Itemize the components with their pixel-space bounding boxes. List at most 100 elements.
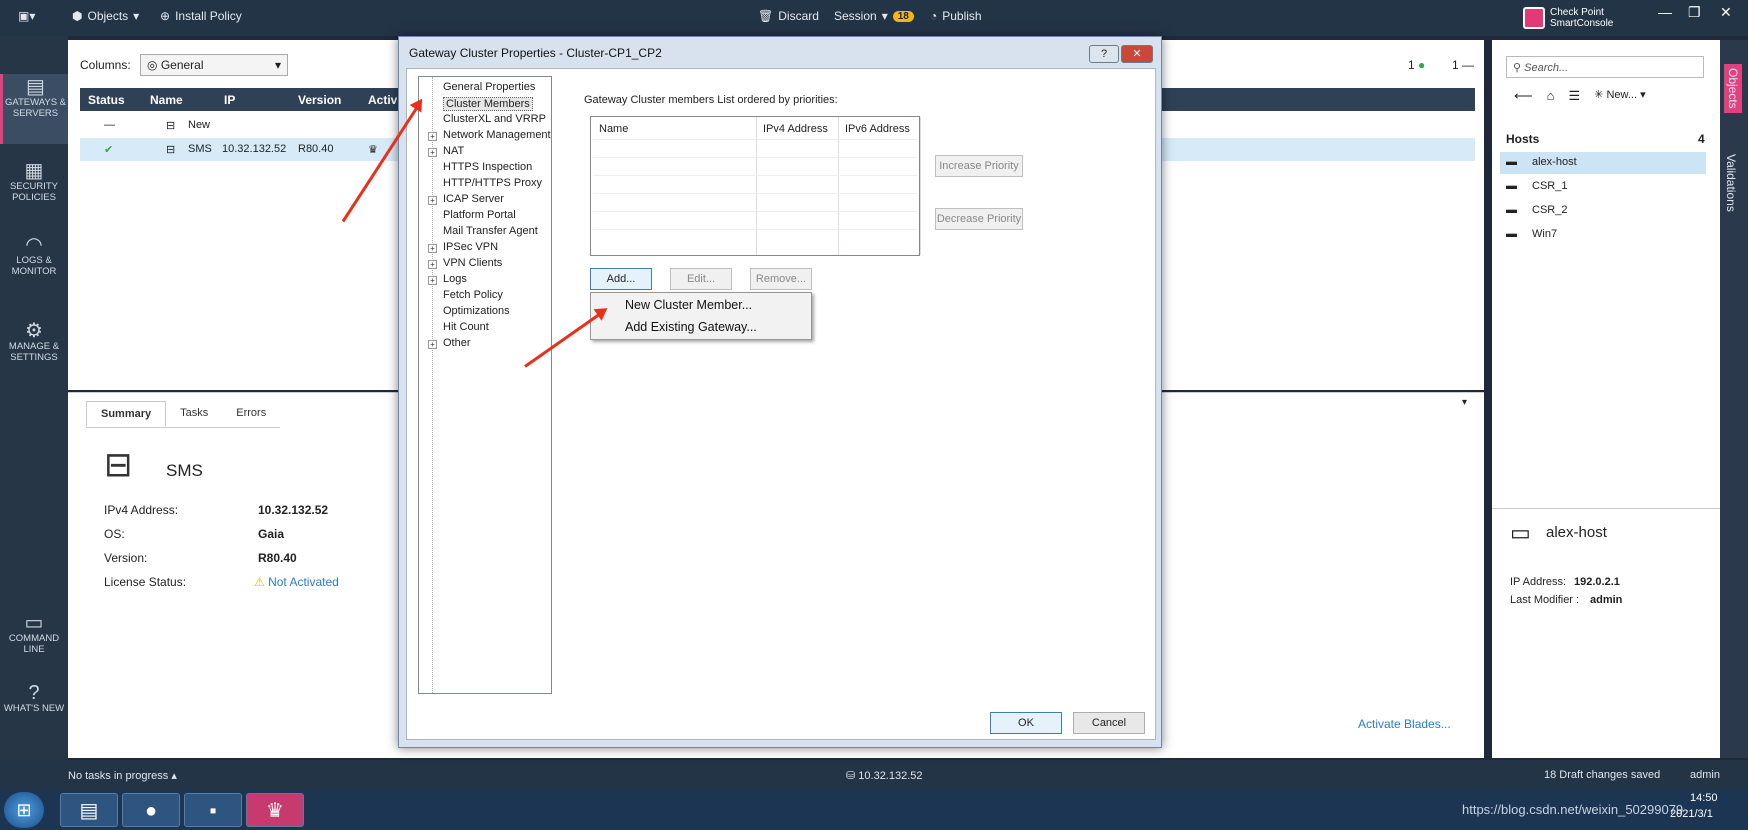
nav-security-policies[interactable]: ▦ SECURITY POLICIES xyxy=(0,161,68,203)
license-status-link[interactable]: ⚠ Not Activated xyxy=(254,575,339,589)
cluster-members-list[interactable]: Name IPv4 Address IPv6 Address xyxy=(590,116,921,256)
na-count[interactable]: 1 — xyxy=(1452,58,1474,72)
tree-node[interactable]: Cluster Members xyxy=(443,97,533,111)
objects-toolbar: ⟵ ⌂ ☰ ✳ New... ▾ xyxy=(1514,88,1646,104)
col-member-name[interactable]: Name xyxy=(599,123,628,135)
nav-whats-new[interactable]: ? WHAT'S NEW xyxy=(0,683,68,714)
search-input[interactable]: ⚲ Search... xyxy=(1506,56,1704,78)
firefox-icon[interactable]: ● xyxy=(122,793,180,827)
nav-gateways-servers[interactable]: ▤ GATEWAYS & SERVERS xyxy=(0,74,68,144)
expand-icon[interactable]: + xyxy=(428,340,437,349)
terminal-icon: ▭ xyxy=(24,612,44,634)
gateways-icon: ▤ xyxy=(26,76,45,98)
expand-icon[interactable]: + xyxy=(428,260,437,269)
tasks-status[interactable]: No tasks in progress ▴ xyxy=(68,769,177,782)
new-object-button[interactable]: ✳ New... ▾ xyxy=(1594,88,1645,104)
nav-manage-settings[interactable]: ⚙ MANAGE & SETTINGS xyxy=(0,321,68,363)
host-item[interactable]: ▬ CSR_1 xyxy=(1500,176,1706,198)
tree-node[interactable]: HTTP/HTTPS Proxy xyxy=(443,177,542,189)
tree-node[interactable]: Hit Count xyxy=(443,321,489,333)
col-ipv6[interactable]: IPv6 Address xyxy=(845,123,910,135)
properties-tree: General Properties Cluster Members Cluster… xyxy=(418,76,552,694)
expand-icon[interactable]: + xyxy=(428,196,437,205)
tree-node[interactable]: Network Management xyxy=(443,129,551,141)
crown-icon: ♛ xyxy=(368,144,378,156)
view-icon: ◎ xyxy=(147,58,161,72)
add-button[interactable]: Add... xyxy=(590,268,652,290)
tree-node[interactable]: ICAP Server xyxy=(443,193,504,205)
col-ip[interactable]: IP xyxy=(224,93,235,107)
back-icon[interactable]: ⟵ xyxy=(1514,88,1533,104)
new-cluster-member-item[interactable]: New Cluster Member... xyxy=(625,298,752,312)
host-item[interactable]: ▬ Win7 xyxy=(1500,224,1706,246)
tree-node[interactable]: VPN Clients xyxy=(443,257,502,269)
tab-tasks[interactable]: Tasks xyxy=(166,401,222,427)
expand-icon[interactable]: + xyxy=(428,132,437,141)
help-button[interactable]: ? xyxy=(1089,45,1119,63)
host-icon: ▬ xyxy=(1506,204,1517,216)
ok-count[interactable]: 1 ● xyxy=(1408,58,1425,72)
host-item[interactable]: ▬ CSR_2 xyxy=(1500,200,1706,222)
add-existing-gateway-item[interactable]: Add Existing Gateway... xyxy=(625,320,757,334)
maximize-button[interactable]: ❐ xyxy=(1688,4,1701,21)
smartconsole-icon[interactable]: ♛ xyxy=(246,793,304,827)
install-icon: ⊕ xyxy=(160,9,171,23)
install-policy-button[interactable]: ⊕ Install Policy xyxy=(160,9,242,23)
tree-node[interactable]: Fetch Policy xyxy=(443,289,503,301)
tree-node[interactable]: HTTPS Inspection xyxy=(443,161,532,173)
col-version[interactable]: Version xyxy=(298,93,341,107)
cancel-button[interactable]: Cancel xyxy=(1073,712,1145,734)
tab-summary[interactable]: Summary xyxy=(86,401,167,427)
list-caption: Gateway Cluster members List ordered by … xyxy=(584,94,838,106)
brand-logo: Check Point SmartConsole xyxy=(1523,7,1613,29)
tab-errors[interactable]: Errors xyxy=(222,401,280,427)
expand-icon[interactable]: + xyxy=(428,244,437,253)
close-button[interactable]: ✕ xyxy=(1720,4,1732,21)
col-status[interactable]: Status xyxy=(88,93,125,107)
tree-node[interactable]: NAT xyxy=(443,145,464,157)
nav-logs-monitor[interactable]: ◠ LOGS & MONITOR xyxy=(0,235,68,277)
tab-objects[interactable]: Objects xyxy=(1724,64,1742,113)
expand-icon[interactable]: + xyxy=(428,148,437,157)
start-button[interactable]: ⊞ xyxy=(4,792,44,828)
tree-node[interactable]: ClusterXL and VRRP xyxy=(443,113,546,125)
tab-validations[interactable]: Validations xyxy=(1724,154,1738,212)
tree-node[interactable]: Other xyxy=(443,337,471,349)
increase-priority-button[interactable]: Increase Priority xyxy=(935,155,1023,177)
server-crown-icon: ⊟ xyxy=(104,446,133,484)
objects-menu[interactable]: ⬢ Objects ▾ xyxy=(72,9,139,23)
activate-blades-link[interactable]: Activate Blades... xyxy=(1358,717,1451,731)
collapse-icon[interactable]: ▾ xyxy=(1462,397,1467,408)
dialog-close-button[interactable]: ✕ xyxy=(1121,45,1153,63)
columns-select[interactable]: ◎ General ▾ xyxy=(140,54,288,76)
explorer-icon[interactable]: ▤ xyxy=(60,793,118,827)
session-menu[interactable]: Session ▾ 18 xyxy=(834,9,914,23)
tree-node[interactable]: Optimizations xyxy=(443,305,510,317)
left-navigation: ▤ GATEWAYS & SERVERS ▦ SECURITY POLICIES ◠… xyxy=(0,36,68,790)
tree-node[interactable]: General Properties xyxy=(443,81,535,93)
app-menu-button[interactable]: ▣▾ xyxy=(18,9,35,23)
discard-button[interactable]: 🗑 Discard xyxy=(758,9,819,23)
publish-button[interactable]: ◔ Publish xyxy=(930,9,982,23)
host-item[interactable]: ▬ alex-host xyxy=(1500,152,1706,174)
cmd-icon[interactable]: ▪ xyxy=(184,793,242,827)
expand-icon[interactable]: + xyxy=(428,276,437,285)
ok-button[interactable]: OK xyxy=(990,712,1062,734)
list-icon[interactable]: ☰ xyxy=(1569,88,1581,104)
server-icon: ⊟ xyxy=(166,144,176,156)
decrease-priority-button[interactable]: Decrease Priority xyxy=(935,208,1023,230)
col-ipv4[interactable]: IPv4 Address xyxy=(763,123,828,135)
remove-button[interactable]: Remove... xyxy=(750,268,812,290)
minimize-button[interactable]: — xyxy=(1658,4,1672,20)
tree-node[interactable]: IPSec VPN xyxy=(443,241,498,253)
object-name: SMS xyxy=(166,461,203,480)
home-icon[interactable]: ⌂ xyxy=(1547,88,1555,104)
col-name[interactable]: Name xyxy=(150,93,183,107)
tree-node[interactable]: Mail Transfer Agent xyxy=(443,225,538,237)
tree-node[interactable]: Logs xyxy=(443,273,467,285)
col-active[interactable]: Activ xyxy=(368,93,397,107)
nav-command-line[interactable]: ▭ COMMAND LINE xyxy=(0,612,68,655)
edit-button[interactable]: Edit... xyxy=(670,268,732,290)
tree-node[interactable]: Platform Portal xyxy=(443,209,516,221)
chevron-down-icon: ▾ xyxy=(274,58,281,72)
